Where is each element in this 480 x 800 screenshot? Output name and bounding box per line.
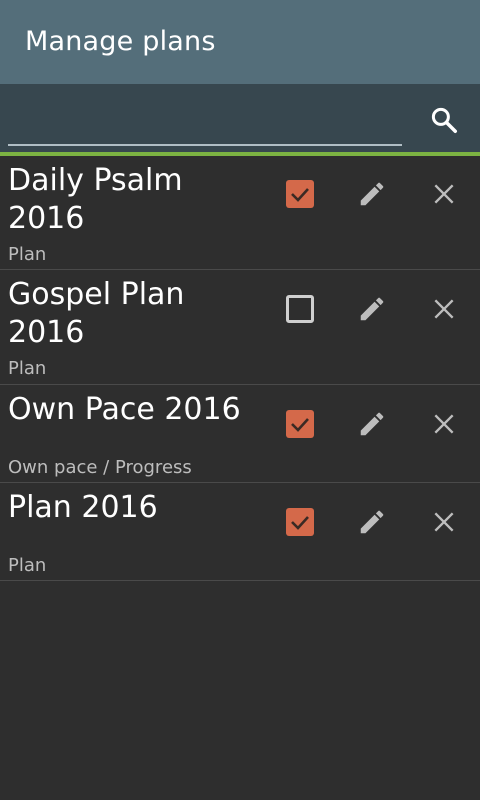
edit-plan-button[interactable] (352, 289, 392, 329)
app-bar: Manage plans (0, 0, 480, 84)
delete-plan-button[interactable] (424, 502, 464, 542)
pencil-icon (360, 297, 384, 321)
page-title: Manage plans (25, 26, 216, 57)
plan-list: Daily Psalm 2016 Plan Gospel Plan 2016 P… (0, 156, 480, 581)
search-input[interactable] (8, 96, 402, 146)
plan-enabled-checkbox[interactable] (286, 508, 314, 536)
plan-enabled-checkbox[interactable] (286, 295, 314, 323)
list-item[interactable]: Plan 2016 Plan (0, 483, 480, 581)
checkmark-icon (291, 418, 309, 432)
search-button[interactable] (424, 100, 464, 140)
delete-plan-button[interactable] (424, 289, 464, 329)
plan-title: Daily Psalm 2016 (8, 163, 183, 236)
plan-enabled-checkbox[interactable] (286, 410, 314, 438)
close-icon (434, 512, 454, 532)
pencil-icon (360, 182, 384, 206)
edit-plan-button[interactable] (352, 404, 392, 444)
plan-subtitle: Plan (8, 555, 47, 576)
plan-enabled-checkbox[interactable] (286, 180, 314, 208)
list-item[interactable]: Gospel Plan 2016 Plan (0, 270, 480, 385)
plan-subtitle: Plan (8, 358, 47, 379)
list-item[interactable]: Own Pace 2016 Own pace / Progress (0, 385, 480, 483)
plan-subtitle: Own pace / Progress (8, 457, 192, 478)
checkmark-icon (291, 188, 309, 202)
plan-title: Plan 2016 (8, 490, 158, 525)
search-icon (431, 107, 457, 133)
plan-title: Gospel Plan 2016 (8, 277, 185, 350)
plan-title: Own Pace 2016 (8, 392, 241, 427)
edit-plan-button[interactable] (352, 174, 392, 214)
delete-plan-button[interactable] (424, 174, 464, 214)
close-icon (434, 299, 454, 319)
delete-plan-button[interactable] (424, 404, 464, 444)
pencil-icon (360, 510, 384, 534)
edit-plan-button[interactable] (352, 502, 392, 542)
pencil-icon (360, 412, 384, 436)
list-item[interactable]: Daily Psalm 2016 Plan (0, 156, 480, 270)
close-icon (434, 184, 454, 204)
checkmark-icon (291, 516, 309, 530)
plan-subtitle: Plan (8, 244, 47, 265)
close-icon (434, 414, 454, 434)
